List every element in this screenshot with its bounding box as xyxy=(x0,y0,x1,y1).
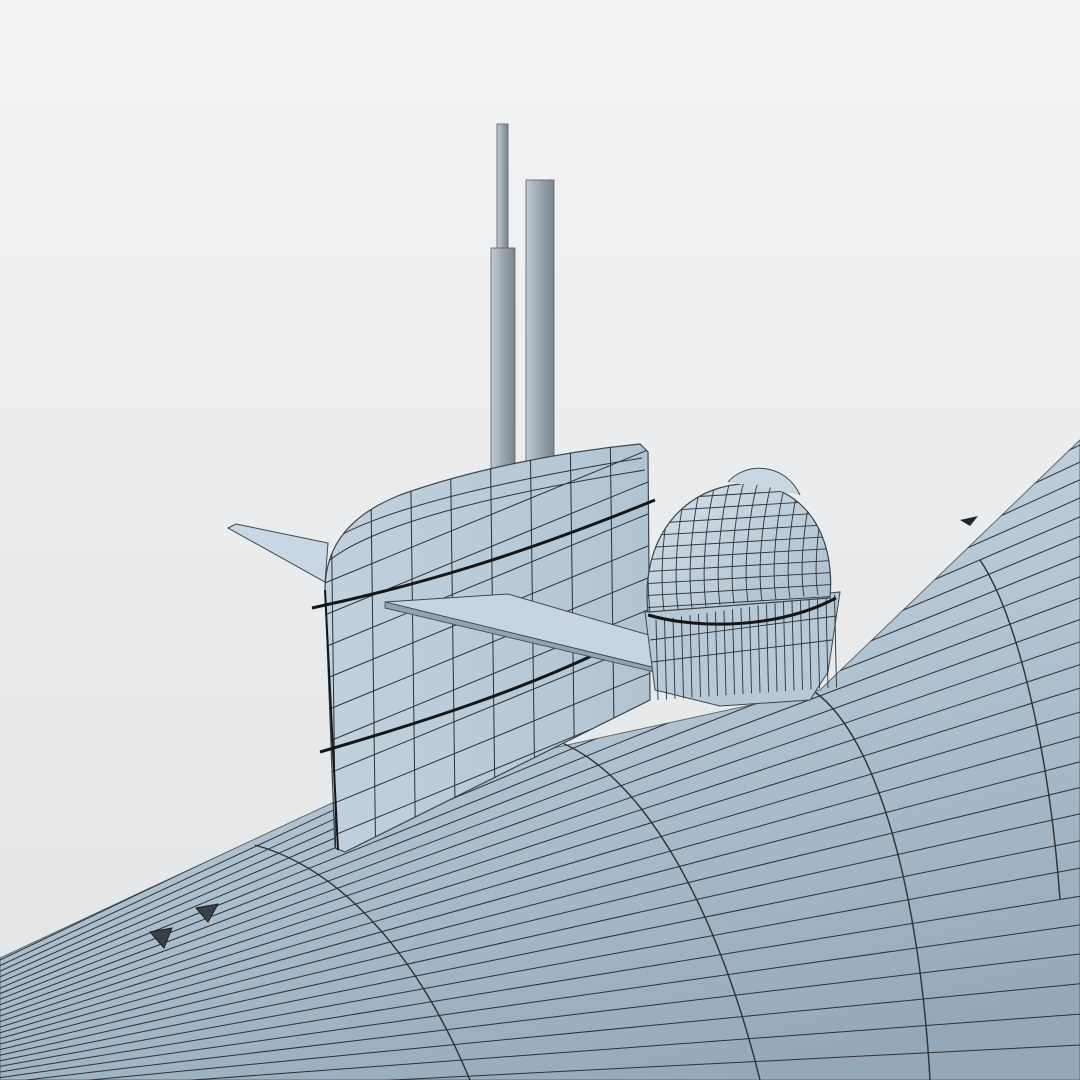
submarine-render xyxy=(0,0,1080,1080)
mast-right xyxy=(525,179,555,473)
render-viewport xyxy=(0,0,1080,1080)
